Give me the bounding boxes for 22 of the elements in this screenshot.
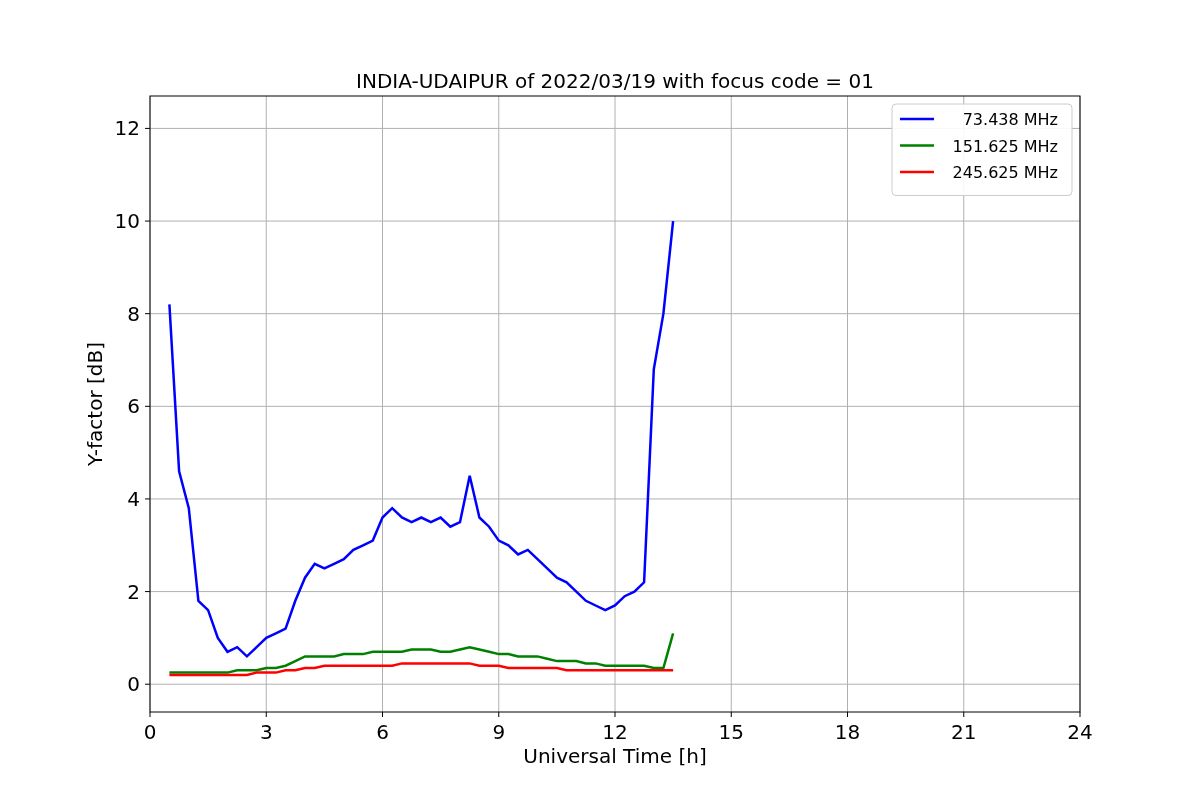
y-tick-label: 6	[127, 394, 140, 419]
y-tick-label: 4	[127, 486, 140, 511]
y-tick-label: 10	[114, 209, 140, 234]
x-tick-label: 24	[1067, 720, 1093, 744]
x-tick-label: 9	[492, 720, 506, 744]
legend-label: 151.625 MHz	[952, 136, 1058, 156]
x-tick-label: 6	[376, 720, 389, 744]
y-tick-label: 2	[127, 579, 140, 604]
x-tick-label: 18	[834, 720, 861, 744]
legend-label: 73.438 MHz	[962, 110, 1058, 129]
x-tick-label: 12	[602, 720, 628, 744]
y-tick-label: 12	[114, 116, 140, 141]
x-tick-label: 21	[951, 720, 977, 744]
x-axis-label: Universal Time [h]	[523, 744, 707, 768]
legend-label: 245.625 MHz	[952, 163, 1058, 182]
x-tick-label: 0	[143, 720, 157, 744]
x-tick-label: 3	[259, 720, 273, 744]
x-tick-label: 15	[718, 720, 744, 744]
y-tick-label: 8	[127, 301, 140, 326]
y-axis-label: Y-factor [dB]	[83, 342, 107, 466]
y-tick-label: 0	[127, 672, 140, 697]
chart-title: INDIA-UDAIPUR of 2022/03/19 with focus code = 01	[356, 69, 874, 93]
